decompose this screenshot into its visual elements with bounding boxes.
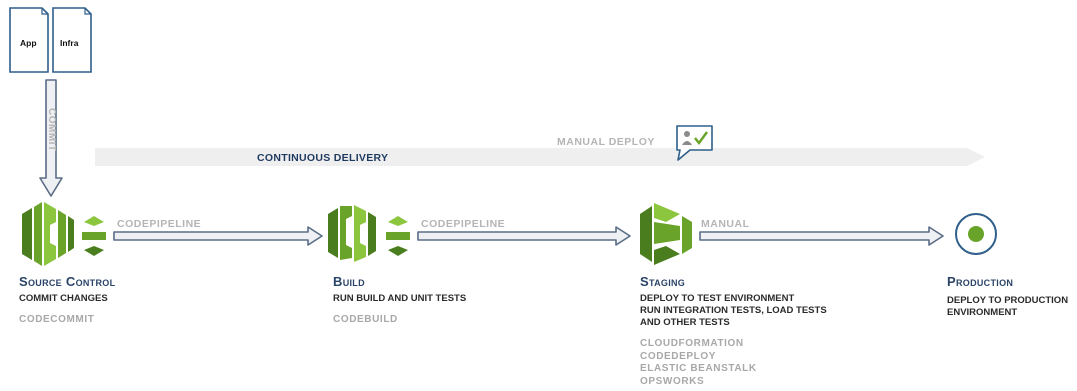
stage-tool: CLOUDFORMATION [640, 338, 744, 349]
stage-desc: COMMIT CHANGES [19, 293, 108, 304]
infra-doc-label: Infra [60, 38, 79, 48]
continuous-delivery-banner [95, 148, 985, 166]
stage-desc: DEPLOY TO PRODUCTION [947, 295, 1069, 306]
stage-tool: CODEDEPLOY [640, 350, 717, 362]
stage-title: Build [333, 274, 365, 289]
beanstalk-icon [640, 203, 692, 265]
codepipeline-label-2: CODEPIPELINE [421, 218, 506, 230]
manual-deploy-label: MANUAL DEPLOY [557, 136, 655, 148]
stage-tool: CODECOMMIT [19, 314, 95, 325]
stage-desc: DEPLOY TO TEST ENVIRONMENT [640, 293, 795, 304]
stage-desc: AND OTHER TESTS [640, 317, 730, 328]
stage-title: Production [947, 274, 1014, 289]
manual-label: MANUAL [701, 218, 750, 230]
stage-desc: RUN BUILD AND UNIT TESTS [333, 293, 467, 304]
stage-build: Build RUN BUILD AND UNIT TESTS CODEBUILD [333, 274, 466, 327]
stage-staging: Staging DEPLOY TO TEST ENVIRONMENT RUN I… [640, 274, 827, 388]
codepipeline-label-1: CODEPIPELINE [117, 218, 202, 230]
stage-desc: RUN INTEGRATION TESTS, LOAD TESTS [640, 305, 827, 316]
continuous-delivery-label: CONTINUOUS DELIVERY [257, 152, 389, 164]
stage-desc: ENVIRONMENT [947, 307, 1018, 318]
stage-tool: CODEBUILD [333, 314, 398, 325]
stage-source-control: Source Control COMMIT CHANGES CODECOMMIT [19, 274, 115, 327]
stage-tool: ELASTIC BEANSTALK [640, 363, 757, 374]
codepipeline-icon [82, 216, 106, 256]
stage-production: Production DEPLOY TO PRODUCTION ENVIRONM… [947, 274, 1068, 319]
pipeline-diagram [9, 7, 997, 266]
app-doc-label: App [20, 38, 37, 48]
codepipeline-icon [386, 216, 410, 256]
production-target-icon [955, 213, 997, 255]
commit-label: COMMIT [46, 108, 57, 152]
codecommit-icon [22, 202, 74, 266]
stage-title: Source Control [19, 274, 116, 289]
codebuild-icon [328, 205, 376, 262]
stage-tool: OPSWORKS [640, 375, 705, 387]
stage-title: Staging [640, 274, 686, 289]
